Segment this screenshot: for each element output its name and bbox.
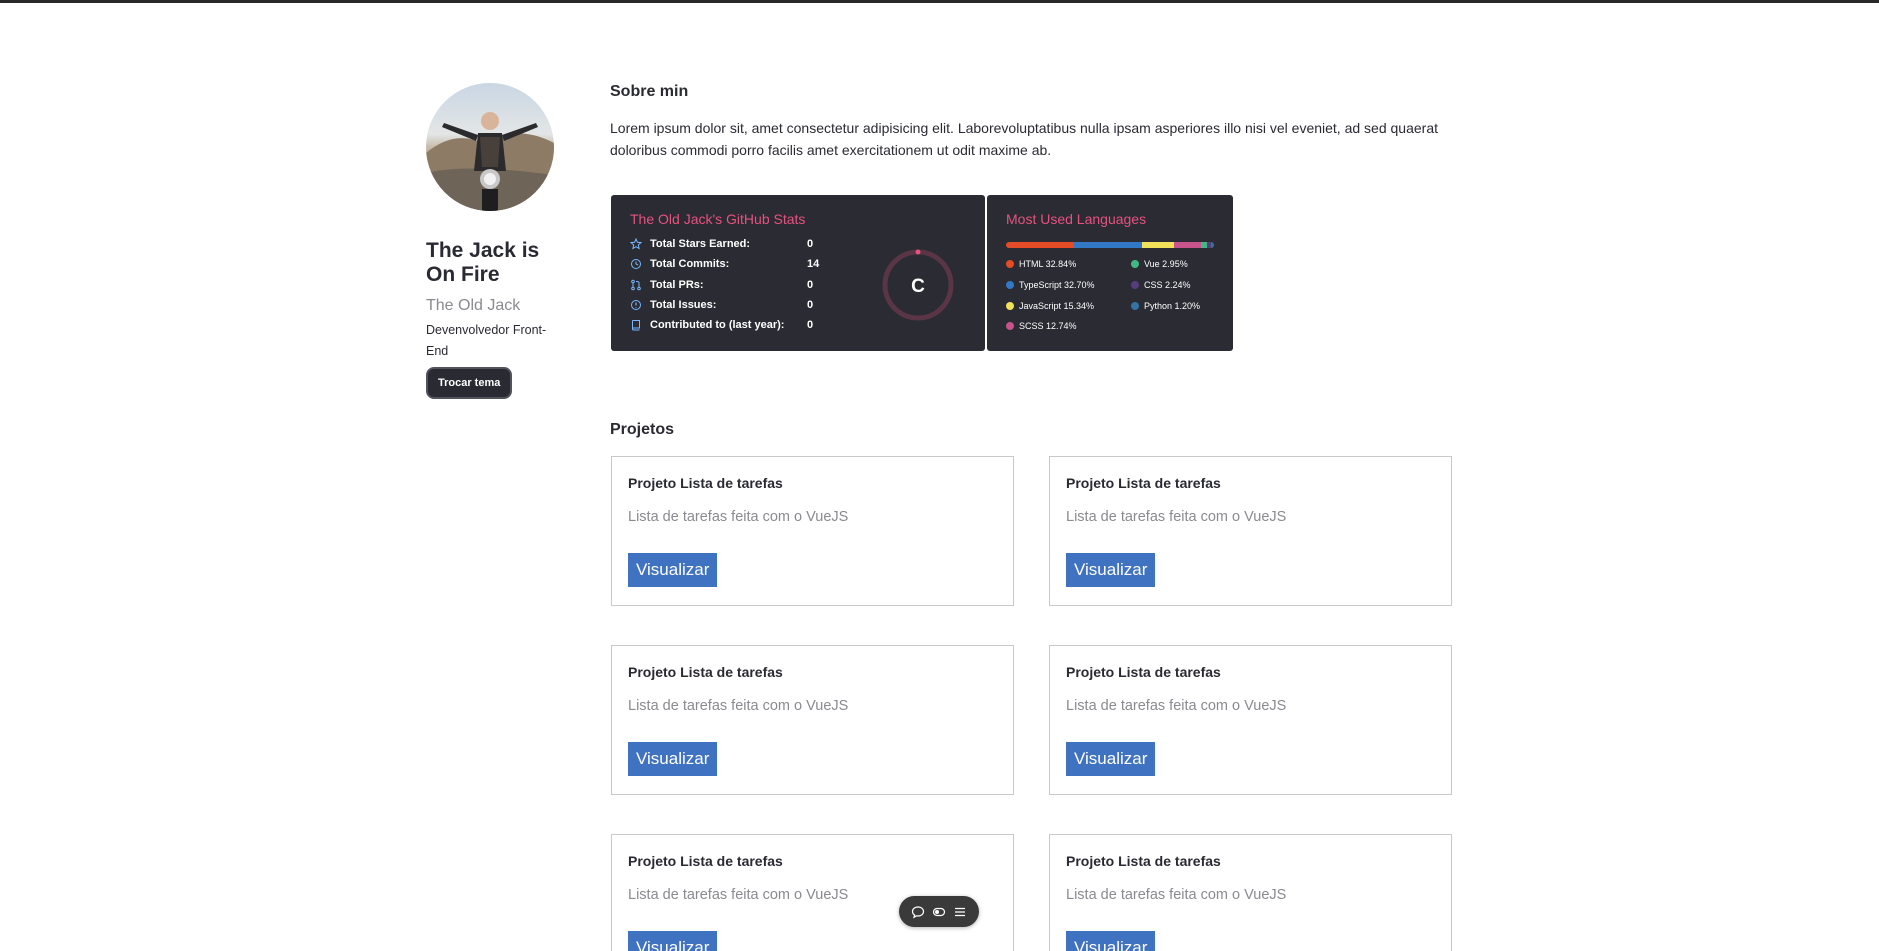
comment-icon[interactable] (911, 905, 925, 919)
languages-card: Most Used Languages HTML 32.84% TypeScri… (987, 195, 1233, 351)
project-title: Projeto Lista de tarefas (1066, 664, 1221, 680)
project-title: Projeto Lista de tarefas (628, 853, 783, 869)
stat-value: 14 (807, 258, 820, 270)
floating-toolbar (899, 896, 979, 927)
language-bar-segment (1074, 242, 1143, 248)
project-description: Lista de tarefas feita com o VueJS (628, 887, 849, 903)
language-label: TypeScript 32.70% (1019, 280, 1095, 290)
repo-icon (631, 320, 640, 331)
view-project-button[interactable]: Visualizar (628, 553, 718, 587)
language-item: JavaScript 15.34% (1006, 301, 1094, 311)
language-label: SCSS 12.74% (1019, 321, 1077, 331)
rank-label: C (911, 276, 925, 297)
language-label: CSS 2.24% (1144, 280, 1191, 290)
language-dot (1006, 260, 1014, 268)
stat-issues: Total Issues: (630, 299, 716, 311)
profile-avatar (426, 83, 554, 211)
history-icon (631, 259, 641, 269)
view-project-button[interactable]: Visualizar (1066, 553, 1156, 587)
stat-label: Contributed to (last year): (650, 319, 785, 331)
stat-value: 0 (807, 238, 814, 250)
rank-circle: C (882, 249, 954, 321)
language-dot (1006, 322, 1014, 330)
project-title: Projeto Lista de tarefas (1066, 475, 1221, 491)
project-card: Projeto Lista de tarefas Lista de tarefa… (611, 645, 1014, 795)
star-icon (630, 238, 642, 250)
top-border (0, 0, 1879, 3)
project-card: Projeto Lista de tarefas Lista de tarefa… (611, 456, 1014, 606)
profile-nickname: The Old Jack (426, 297, 521, 314)
issue-icon (631, 300, 641, 310)
stat-value: 0 (807, 319, 814, 331)
about-section: Sobre min Lorem ipsum dolor sit, amet co… (610, 83, 1450, 161)
language-bar-segment (1142, 242, 1175, 248)
languages-progress-bar (1006, 242, 1214, 248)
stat-label: Total Commits: (650, 258, 730, 270)
stat-stars: Total Stars Earned: (630, 238, 750, 250)
stat-commits: Total Commits: (630, 258, 729, 270)
language-item: Python 1.20% (1131, 301, 1200, 311)
view-project-button[interactable]: Visualizar (1066, 742, 1156, 776)
rank-progress-dot (915, 249, 921, 255)
project-description: Lista de tarefas feita com o VueJS (1066, 887, 1287, 903)
project-description: Lista de tarefas feita com o VueJS (628, 698, 849, 714)
project-card: Projeto Lista de tarefas Lista de tarefa… (611, 834, 1014, 951)
language-bar-segment (1006, 242, 1075, 248)
project-title: Projeto Lista de tarefas (628, 475, 783, 491)
project-description: Lista de tarefas feita com o VueJS (628, 509, 849, 525)
stats-card-title: The Old Jack's GitHub Stats (630, 211, 806, 227)
project-card: Projeto Lista de tarefas Lista de tarefa… (1049, 645, 1452, 795)
pull-request-icon (631, 279, 641, 291)
profile-name: The Jack is On Fire (426, 239, 540, 286)
stat-value: 0 (807, 279, 814, 291)
languages-card-title: Most Used Languages (1006, 211, 1147, 227)
language-label: JavaScript 15.34% (1019, 301, 1095, 311)
language-item: HTML 32.84% (1006, 259, 1076, 269)
language-item: TypeScript 32.70% (1006, 280, 1095, 290)
project-title: Projeto Lista de tarefas (628, 664, 783, 680)
stat-value: 0 (807, 299, 814, 311)
projects-title: Projetos (610, 421, 675, 438)
menu-icon[interactable] (953, 905, 967, 919)
about-text: Lorem ipsum dolor sit, amet consectetur … (610, 120, 1438, 158)
language-label: Vue 2.95% (1144, 259, 1188, 269)
view-project-button[interactable]: Visualizar (628, 931, 718, 951)
language-dot (1131, 281, 1139, 289)
language-item: SCSS 12.74% (1006, 321, 1077, 331)
view-project-button[interactable]: Visualizar (1066, 931, 1156, 951)
language-label: Python 1.20% (1144, 301, 1201, 311)
language-dot (1006, 302, 1014, 310)
stat-prs: Total PRs: (630, 279, 704, 291)
language-bar-segment (1174, 242, 1201, 248)
stat-label: Total Stars Earned: (650, 238, 751, 250)
project-title: Projeto Lista de tarefas (1066, 853, 1221, 869)
language-dot (1131, 260, 1139, 268)
language-dot (1131, 302, 1139, 310)
language-dot (1006, 281, 1014, 289)
toggle-theme-button[interactable]: Trocar tema (426, 367, 513, 399)
github-stats-card: The Old Jack's GitHub Stats Total Stars … (611, 195, 985, 351)
view-project-button[interactable]: Visualizar (628, 742, 718, 776)
profile-sidebar: The Jack is On Fire The Old Jack Devenvo… (426, 83, 561, 399)
language-bar-segment (1211, 242, 1214, 248)
stat-label: Total Issues: (650, 299, 717, 311)
profile-role: Devenvolvedor Front-End (426, 323, 547, 358)
stat-contributed: Contributed to (last year): (630, 319, 784, 331)
language-item: CSS 2.24% (1131, 280, 1191, 290)
stat-label: Total PRs: (650, 279, 704, 291)
project-description: Lista de tarefas feita com o VueJS (1066, 509, 1287, 525)
language-item: Vue 2.95% (1131, 259, 1188, 269)
language-label: HTML 32.84% (1019, 259, 1077, 269)
toggle-icon[interactable] (932, 905, 946, 919)
about-title: Sobre min (610, 83, 689, 100)
project-description: Lista de tarefas feita com o VueJS (1066, 698, 1287, 714)
project-card: Projeto Lista de tarefas Lista de tarefa… (1049, 456, 1452, 606)
project-card: Projeto Lista de tarefas Lista de tarefa… (1049, 834, 1452, 951)
